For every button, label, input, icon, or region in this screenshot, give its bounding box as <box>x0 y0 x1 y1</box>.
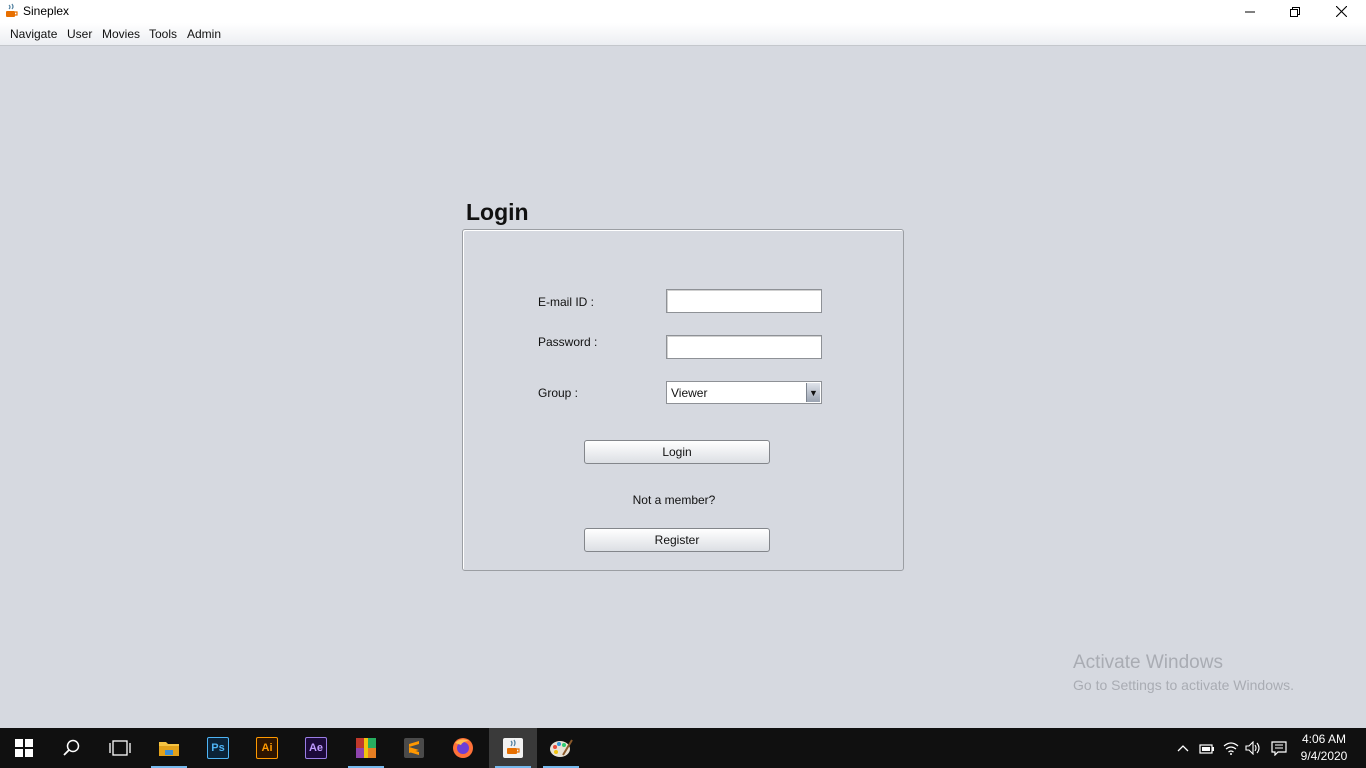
email-label: E-mail ID : <box>538 295 595 309</box>
group-select[interactable]: Viewer ▼ <box>666 381 822 404</box>
java-app-icon <box>6 3 18 17</box>
close-icon <box>1335 6 1347 17</box>
after-effects-taskbar-button[interactable]: Ae <box>292 728 340 768</box>
close-button[interactable] <box>1318 0 1364 23</box>
group-label: Group : <box>538 386 579 400</box>
paint-taskbar-button[interactable] <box>537 728 585 768</box>
menu-admin[interactable]: Admin <box>187 27 221 41</box>
show-hidden-icons-button[interactable] <box>1174 740 1192 756</box>
task-view-icon <box>109 740 131 756</box>
java-taskbar-button[interactable] <box>489 728 537 768</box>
menu-movies[interactable]: Movies <box>102 27 140 41</box>
battery-icon <box>1199 744 1214 754</box>
file-explorer-icon <box>159 742 179 756</box>
wifi-icon <box>1223 742 1239 755</box>
paint-icon <box>550 739 573 757</box>
minimize-icon <box>1245 11 1255 12</box>
battery-button[interactable] <box>1198 740 1216 756</box>
sublime-text-taskbar-button[interactable] <box>390 728 438 768</box>
file-explorer-taskbar-button[interactable] <box>145 728 193 768</box>
clock-date[interactable]: 9/4/2020 <box>1296 749 1352 763</box>
search-icon <box>63 739 80 756</box>
illustrator-taskbar-button[interactable]: Ai <box>243 728 291 768</box>
task-view-button[interactable] <box>96 728 144 768</box>
firefox-icon <box>453 738 473 758</box>
winrar-taskbar-button[interactable] <box>342 728 390 768</box>
speaker-icon <box>1245 741 1260 755</box>
restore-button[interactable] <box>1272 0 1318 23</box>
search-button[interactable] <box>48 728 96 768</box>
dropdown-arrow-icon[interactable]: ▼ <box>806 383 820 402</box>
group-selected-value: Viewer <box>671 386 708 400</box>
chevron-up-icon <box>1177 745 1189 752</box>
after-effects-icon: Ae <box>305 737 327 759</box>
notification-icon <box>1271 740 1287 756</box>
sublime-text-icon <box>404 738 424 758</box>
password-label: Password : <box>538 335 598 349</box>
menu-tools[interactable]: Tools <box>149 27 177 41</box>
volume-button[interactable] <box>1244 740 1262 756</box>
photoshop-icon: Ps <box>207 737 229 759</box>
action-center-button[interactable] <box>1270 740 1288 756</box>
illustrator-icon: Ai <box>256 737 278 759</box>
taskbar: Ps Ai Ae <box>0 728 1366 768</box>
java-icon <box>503 738 523 758</box>
not-member-text: Not a member? <box>632 493 716 507</box>
menu-navigate[interactable]: Navigate <box>10 27 57 41</box>
winrar-icon <box>356 738 376 758</box>
start-button[interactable] <box>0 728 48 768</box>
email-field[interactable] <box>666 289 822 313</box>
restore-icon <box>1290 6 1300 17</box>
clock-time[interactable]: 4:06 AM <box>1296 732 1352 746</box>
login-heading: Login <box>466 199 529 225</box>
minimize-button[interactable] <box>1227 0 1273 23</box>
photoshop-taskbar-button[interactable]: Ps <box>194 728 242 768</box>
firefox-taskbar-button[interactable] <box>439 728 487 768</box>
menu-user[interactable]: User <box>67 27 92 41</box>
window-titlebar: Sineplex <box>0 0 1366 23</box>
login-button[interactable]: Login <box>584 440 770 464</box>
menu-bar: Navigate User Movies Tools Admin <box>0 23 1366 46</box>
window-title: Sineplex <box>23 4 70 18</box>
password-field[interactable] <box>666 335 822 359</box>
register-button[interactable]: Register <box>584 528 770 552</box>
network-button[interactable] <box>1222 740 1240 756</box>
activation-watermark-subtitle: Go to Settings to activate Windows. <box>1073 677 1294 693</box>
activation-watermark-title: Activate Windows <box>1073 652 1223 673</box>
start-icon <box>15 739 33 757</box>
